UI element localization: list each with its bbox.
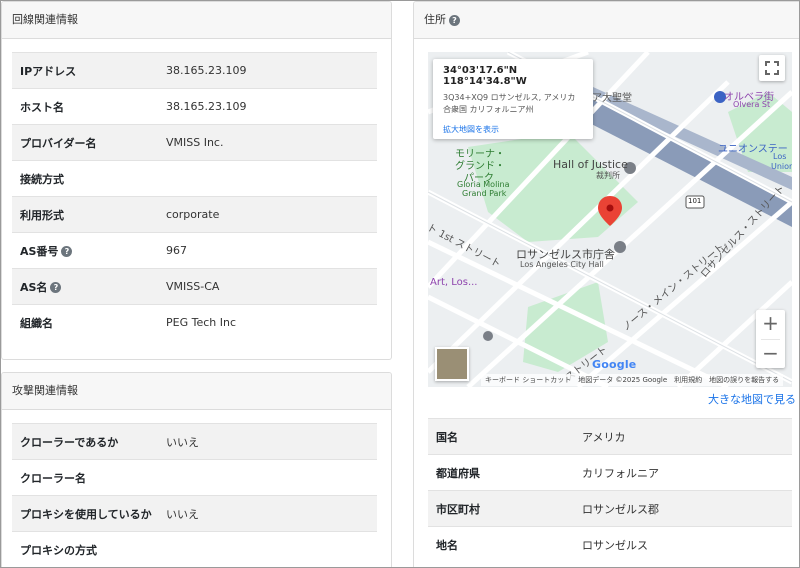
zoom-in-button[interactable]: + <box>756 310 785 339</box>
zoom-out-button[interactable]: − <box>756 340 785 369</box>
google-logo: Google <box>592 358 636 371</box>
help-icon[interactable]: ? <box>50 282 62 293</box>
help-icon[interactable]: ? <box>61 246 73 257</box>
row-key: 市区町村 <box>428 490 574 527</box>
row-value: アメリカ <box>574 418 792 455</box>
table-row: プロキシを使用しているか いいえ <box>12 495 377 532</box>
row-key: 地名 <box>428 526 574 562</box>
table-row: 都道府県 カリフォルニア <box>428 454 792 491</box>
row-value <box>158 531 377 567</box>
map-label: Gloria Molina <box>457 180 510 189</box>
table-row: クローラーであるか いいえ <box>12 423 377 460</box>
poi-icon <box>483 331 493 341</box>
row-value <box>158 160 377 197</box>
row-value: いいえ <box>158 495 377 532</box>
row-key: ホスト名 <box>12 88 158 125</box>
big-map-link[interactable]: 大きな地図で見る <box>708 391 796 407</box>
table-row: 市区町村 ロサンゼルス郡 <box>428 490 792 527</box>
poi-icon <box>614 241 626 253</box>
map-label: Los <box>773 152 787 161</box>
address-table: 国名 アメリカ 都道府県 カリフォルニア 市区町村 ロサンゼルス郡 地名 ロサンゼルス <box>428 418 792 562</box>
row-key-with-help: AS番号? <box>12 232 158 269</box>
address-title: 住所 <box>424 13 446 26</box>
row-key: クローラーであるか <box>12 423 158 460</box>
map-label: Art, Los... <box>430 277 478 288</box>
map-label: 裁判所 <box>596 171 620 180</box>
address-header: 住所? <box>414 2 799 39</box>
page-frame: 回線関連情報 IPアドレス 38.165.23.109 ホスト名 38.165.23… <box>0 0 800 568</box>
info-coordinates: 34°03'17.6"N 118°14'34.8"W <box>443 65 527 87</box>
row-key: クローラー名 <box>12 459 158 496</box>
row-value: 38.165.23.109 <box>158 52 377 89</box>
row-key: 組織名 <box>12 304 158 340</box>
row-key: プロバイダー名 <box>12 124 158 161</box>
row-key: プロキシの方式 <box>12 531 158 567</box>
attack-info-panel: 攻撃関連情報 クローラーであるか いいえ クローラー名 プロキシを使用しているかい… <box>1 372 392 567</box>
fullscreen-button[interactable] <box>759 55 785 81</box>
map-label: Union <box>771 162 792 171</box>
row-key: AS番号 <box>20 244 59 258</box>
row-value: ロサンゼルス <box>574 526 792 562</box>
table-row: 国名 アメリカ <box>428 418 792 455</box>
table-row: 組織名 PEG Tech Inc <box>12 304 377 340</box>
attack-info-title: 攻撃関連情報 <box>12 384 78 397</box>
row-value: いいえ <box>158 423 377 460</box>
row-value: corporate <box>158 196 377 233</box>
row-value: カリフォルニア <box>574 454 792 491</box>
table-row: 接続方式 <box>12 160 377 197</box>
row-value: ロサンゼルス郡 <box>574 490 792 527</box>
map-info-card: 34°03'17.6"N 118°14'34.8"W 3Q34+XQ9 ロサンゼ… <box>433 59 593 139</box>
line-info-table: IPアドレス 38.165.23.109 ホスト名 38.165.23.109 プロ… <box>12 52 377 340</box>
table-row: AS名? VMISS-CA <box>12 268 377 305</box>
map-label: ア大聖堂 <box>592 93 632 104</box>
map-label: Olvera St <box>733 100 771 109</box>
highway-shield: 101 <box>688 197 702 205</box>
help-icon[interactable]: ? <box>449 14 460 26</box>
row-value: 38.165.23.109 <box>158 88 377 125</box>
attack-info-table: クローラーであるか いいえ クローラー名 プロキシを使用しているか いいえ プロキシ… <box>12 423 377 567</box>
table-row: AS番号? 967 <box>12 232 377 269</box>
line-info-header: 回線関連情報 <box>2 2 391 39</box>
row-value: 967 <box>158 232 377 269</box>
table-row: プロキシの方式 <box>12 531 377 567</box>
satellite-toggle[interactable] <box>435 347 469 381</box>
zoom-controls: + − <box>756 310 785 368</box>
table-row: IPアドレス 38.165.23.109 <box>12 52 377 89</box>
map-label: Los Angeles City Hall <box>520 260 604 269</box>
table-row: ホスト名 38.165.23.109 <box>12 88 377 125</box>
row-value: VMISS-CA <box>158 268 377 305</box>
row-key: 接続方式 <box>12 160 158 197</box>
row-key-with-help: AS名? <box>12 268 158 305</box>
fullscreen-icon <box>765 61 779 75</box>
map-label: Grand Park <box>462 189 507 198</box>
row-value: VMISS Inc. <box>158 124 377 161</box>
google-logo-text: Google <box>592 358 637 371</box>
table-row: クローラー名 <box>12 459 377 496</box>
line-info-title: 回線関連情報 <box>12 13 78 26</box>
line-info-panel: 回線関連情報 IPアドレス 38.165.23.109 ホスト名 38.165.23… <box>1 1 392 360</box>
row-key: IPアドレス <box>12 52 158 89</box>
row-key: 利用形式 <box>12 196 158 233</box>
attack-info-header: 攻撃関連情報 <box>2 373 391 410</box>
row-key: プロキシを使用しているか <box>12 495 158 532</box>
map-attribution[interactable]: キーボード ショートカット 地図データ ©2025 Google 利用規約 地図… <box>481 374 784 386</box>
row-value: PEG Tech Inc <box>158 304 377 340</box>
table-row: プロバイダー名 VMISS Inc. <box>12 124 377 161</box>
row-key: 都道府県 <box>428 454 574 491</box>
row-value <box>158 459 377 496</box>
table-row: 利用形式 corporate <box>12 196 377 233</box>
table-row: 地名 ロサンゼルス <box>428 526 792 562</box>
info-address: 3Q34+XQ9 ロサンゼルス, アメリカ合衆国 カリフォルニア州 <box>443 93 576 114</box>
view-larger-map-link[interactable]: 拡大地図を表示 <box>443 124 583 135</box>
row-key: 国名 <box>428 418 574 455</box>
row-key: AS名 <box>20 280 48 294</box>
